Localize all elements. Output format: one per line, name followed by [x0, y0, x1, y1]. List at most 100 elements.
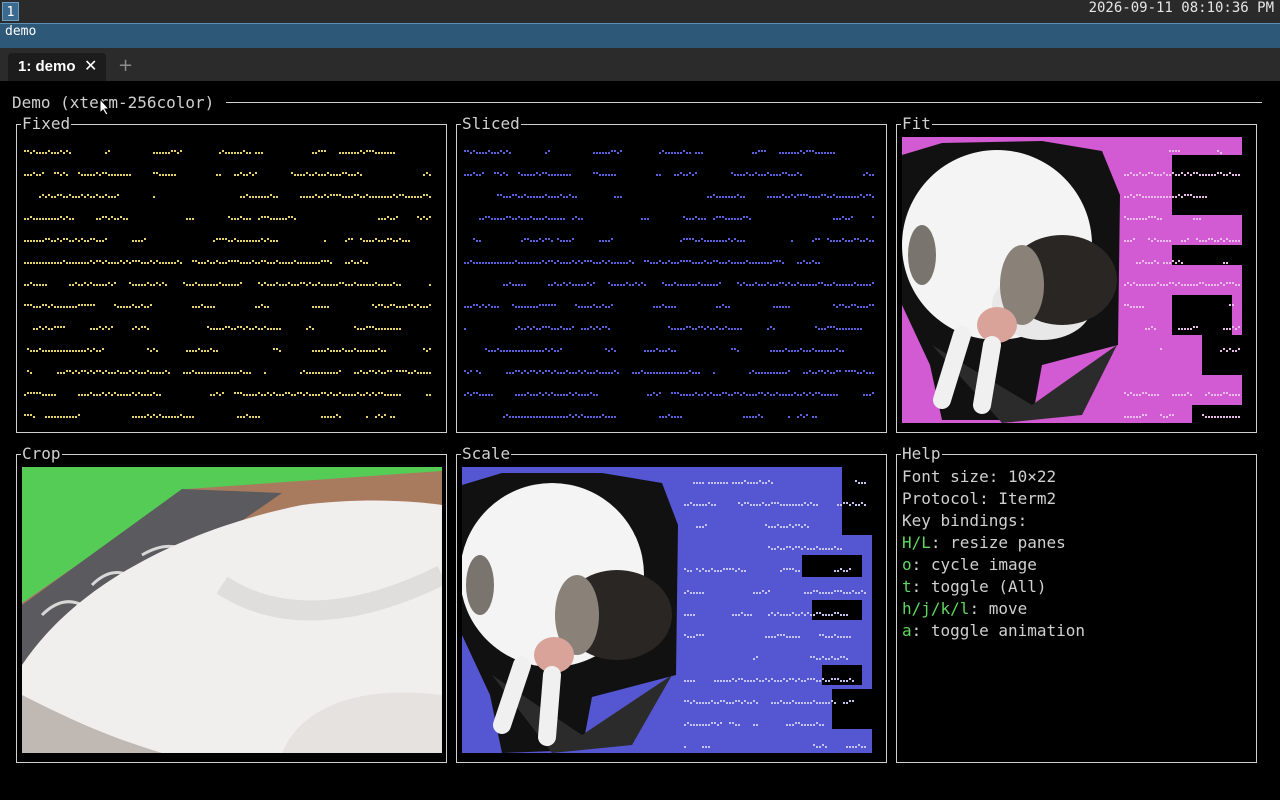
dither-dot	[102, 372, 104, 374]
dither-dot	[864, 504, 866, 506]
dither-dot	[204, 350, 206, 352]
terminal-area[interactable]: Demo (xterm-256color) Fixed Sliced Fit C…	[0, 81, 1280, 800]
dither-dot	[698, 240, 700, 242]
dither-dot	[776, 284, 778, 286]
dither-dot	[686, 284, 688, 286]
dither-dot	[464, 262, 466, 264]
dither-dot	[704, 260, 706, 262]
dither-dot	[711, 568, 713, 570]
dither-dot	[87, 174, 89, 176]
dither-dot	[804, 592, 806, 594]
dither-dot	[417, 304, 419, 306]
dither-dot	[500, 174, 502, 176]
dither-dot	[30, 392, 32, 394]
dither-dot	[845, 218, 847, 220]
dither-dot	[207, 372, 209, 374]
dither-dot	[1175, 284, 1177, 286]
dither-dot	[840, 656, 842, 658]
dither-dot	[351, 284, 353, 286]
dither-dot	[596, 416, 598, 418]
dither-dot	[776, 372, 778, 374]
dither-dot	[96, 394, 98, 396]
dither-dot	[734, 238, 736, 240]
dither-dot	[240, 392, 242, 394]
dither-dot	[1133, 218, 1135, 220]
dither-dot	[800, 150, 802, 152]
dither-dot	[1232, 174, 1234, 176]
dither-dot	[357, 152, 359, 154]
dither-dot	[1133, 306, 1135, 308]
dither-dot	[732, 482, 734, 484]
dither-dot	[569, 240, 571, 242]
dither-dot	[105, 216, 107, 218]
dither-dot	[27, 262, 29, 264]
dither-dot	[249, 172, 251, 174]
dither-dot	[393, 394, 395, 396]
dither-dot	[842, 196, 844, 198]
dither-dot	[491, 218, 493, 220]
dither-dot	[1148, 284, 1150, 286]
dither-dot	[506, 174, 508, 176]
dither-dot	[464, 174, 466, 176]
dither-dot	[464, 328, 466, 330]
dither-dot	[789, 504, 791, 506]
dither-dot	[833, 240, 835, 242]
dither-dot	[743, 216, 745, 218]
dither-dot	[696, 526, 698, 528]
dither-dot	[312, 284, 314, 286]
dither-dot	[228, 216, 230, 218]
dither-dot	[714, 504, 716, 506]
dither-dot	[833, 152, 835, 154]
dither-dot	[837, 636, 839, 638]
dither-dot	[1223, 284, 1225, 286]
dither-dot	[819, 592, 821, 594]
close-icon[interactable]: ✕	[84, 56, 97, 75]
tab-demo[interactable]: 1: demo ✕	[8, 53, 106, 81]
dither-dot	[1184, 328, 1186, 330]
dither-dot	[687, 680, 689, 682]
dither-dot	[566, 196, 568, 198]
dither-dot	[429, 394, 431, 396]
dither-dot	[506, 350, 508, 352]
dither-dot	[27, 348, 29, 350]
dither-dot	[702, 526, 704, 528]
dither-dot	[1145, 218, 1147, 220]
dither-dot	[521, 416, 523, 418]
dither-dot	[162, 174, 164, 176]
dither-dot	[27, 150, 29, 152]
dither-dot	[812, 348, 814, 350]
workspace-indicator[interactable]: 1	[2, 2, 19, 21]
title-rule	[226, 102, 1262, 103]
dither-dot	[1151, 240, 1153, 242]
dither-dot	[1193, 172, 1195, 174]
dither-dot	[608, 282, 610, 284]
dither-dot	[560, 262, 562, 264]
dither-dot	[719, 196, 721, 198]
dither-dot	[872, 174, 874, 176]
dither-dot	[387, 284, 389, 286]
dither-dot	[554, 370, 556, 372]
dither-dot	[108, 392, 110, 394]
dither-dot	[842, 216, 844, 218]
dither-dot	[63, 416, 65, 418]
dither-dot	[279, 394, 281, 396]
dither-dot	[614, 196, 616, 198]
dither-dot	[243, 218, 245, 220]
dither-dot	[321, 150, 323, 152]
dither-dot	[866, 194, 868, 196]
dither-dot	[701, 262, 703, 264]
dither-dot	[45, 394, 47, 396]
dither-dot	[204, 284, 206, 286]
dither-dot	[710, 284, 712, 286]
dither-dot	[99, 196, 101, 198]
dither-dot	[521, 350, 523, 352]
dither-dot	[776, 392, 778, 394]
dither-dot	[168, 262, 170, 264]
dither-dot	[735, 570, 737, 572]
add-icon[interactable]: +	[118, 55, 133, 76]
dither-dot	[809, 196, 811, 198]
dither-dot	[696, 634, 698, 636]
dither-dot	[494, 306, 496, 308]
dither-dot	[237, 260, 239, 262]
dither-dot	[1238, 174, 1240, 176]
